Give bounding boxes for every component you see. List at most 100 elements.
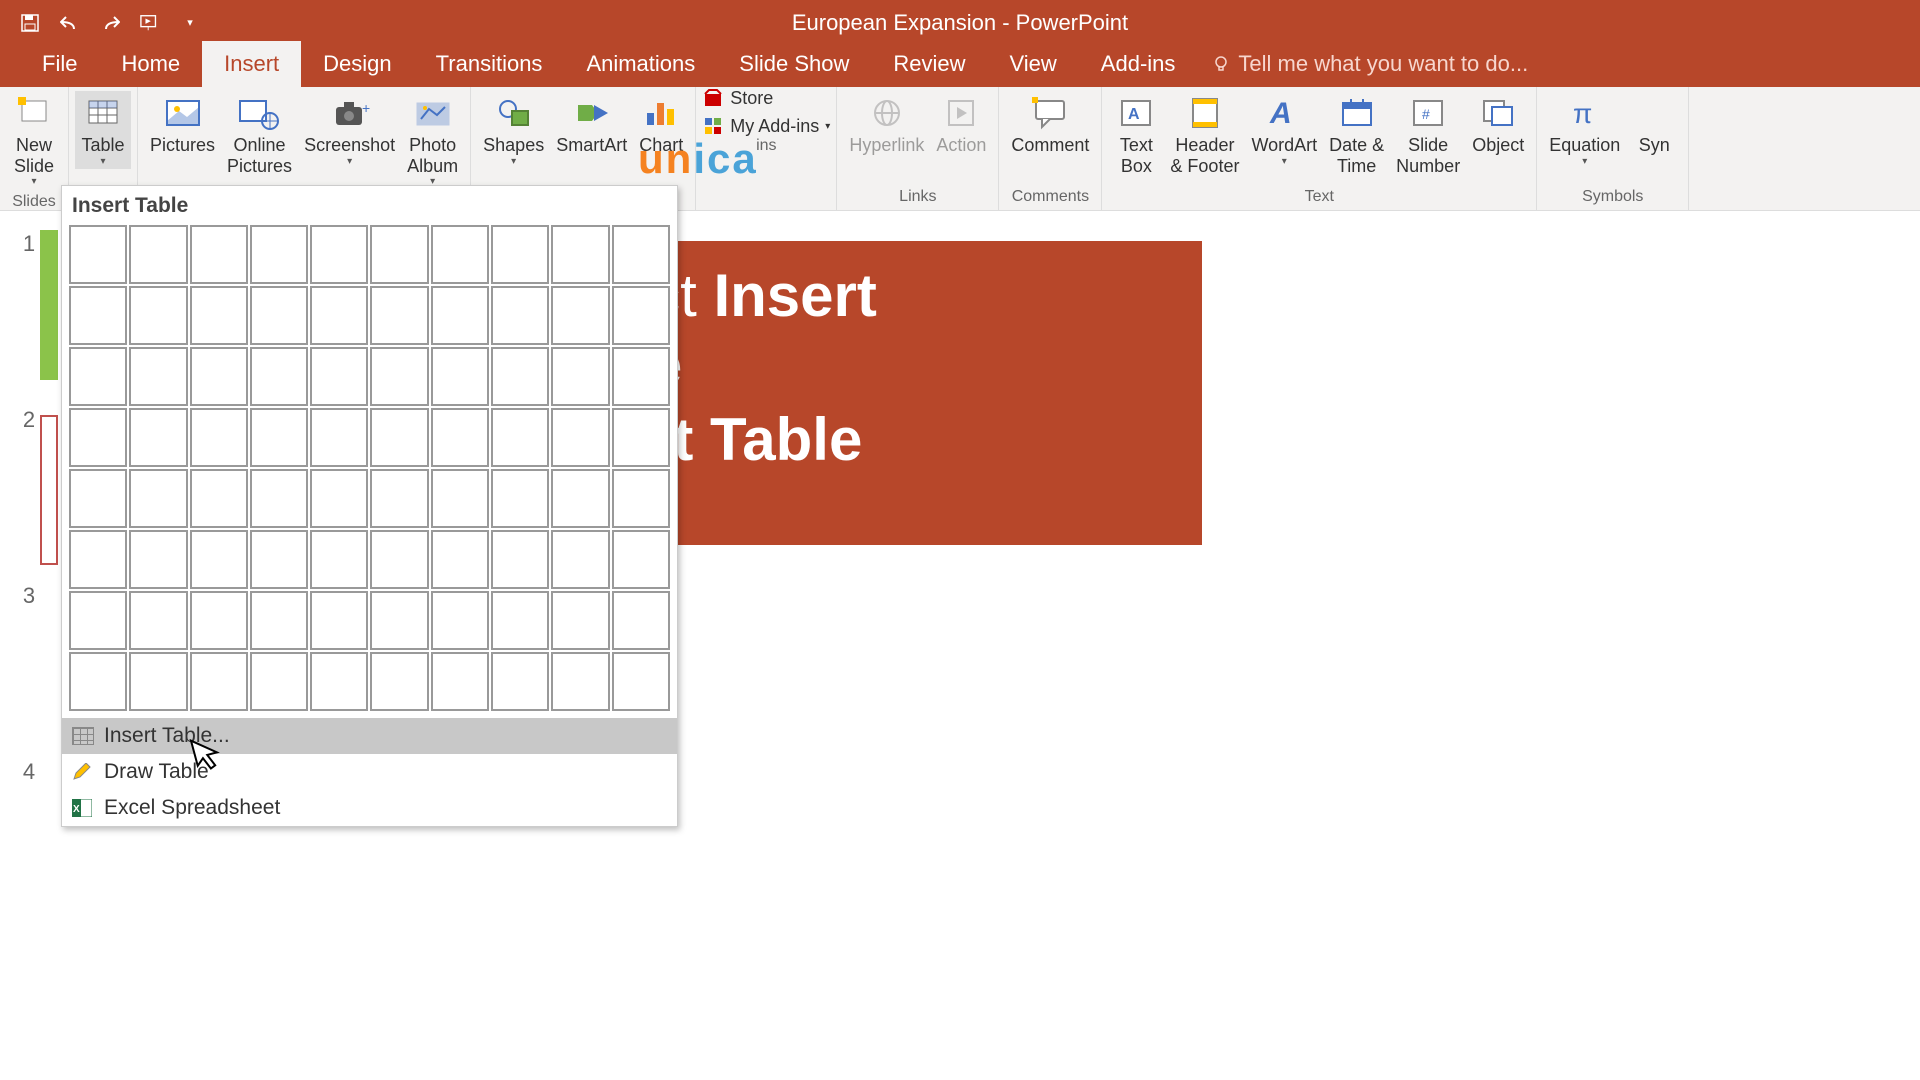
wordart-button[interactable]: AWordArt▾ — [1245, 91, 1323, 169]
undo-icon[interactable] — [60, 13, 80, 33]
excel-spreadsheet-menu-item[interactable]: X Excel Spreadsheet — [62, 790, 677, 826]
thumb-3[interactable]: 3 — [23, 583, 35, 609]
grid-cell[interactable] — [611, 651, 671, 712]
equation-button[interactable]: πEquation▾ — [1543, 91, 1626, 169]
tab-review[interactable]: Review — [871, 41, 987, 87]
grid-cell[interactable] — [430, 346, 490, 407]
tab-addins[interactable]: Add-ins — [1079, 41, 1198, 87]
grid-cell[interactable] — [68, 285, 128, 346]
comment-button[interactable]: Comment — [1005, 91, 1095, 158]
hyperlink-button[interactable]: Hyperlink — [843, 91, 930, 158]
thumb-4[interactable]: 4 — [23, 759, 35, 785]
object-button[interactable]: Object — [1466, 91, 1530, 158]
grid-cell[interactable] — [68, 346, 128, 407]
grid-cell[interactable] — [309, 407, 369, 468]
grid-cell[interactable] — [128, 285, 188, 346]
store-button[interactable]: Store — [702, 87, 830, 109]
grid-cell[interactable] — [369, 407, 429, 468]
grid-cell[interactable] — [189, 407, 249, 468]
grid-cell[interactable] — [309, 468, 369, 529]
grid-cell[interactable] — [68, 529, 128, 590]
grid-cell[interactable] — [369, 651, 429, 712]
grid-cell[interactable] — [189, 651, 249, 712]
date-time-button[interactable]: Date & Time — [1323, 91, 1390, 178]
grid-cell[interactable] — [128, 468, 188, 529]
grid-cell[interactable] — [189, 346, 249, 407]
new-slide-button[interactable]: New Slide ▾ — [6, 91, 62, 189]
insert-table-menu-item[interactable]: Insert Table... — [62, 718, 677, 754]
grid-cell[interactable] — [128, 651, 188, 712]
thumb-2[interactable]: 2 — [23, 407, 35, 433]
grid-cell[interactable] — [550, 468, 610, 529]
grid-cell[interactable] — [249, 285, 309, 346]
grid-cell[interactable] — [68, 590, 128, 651]
tab-view[interactable]: View — [988, 41, 1079, 87]
tab-home[interactable]: Home — [99, 41, 202, 87]
tab-animations[interactable]: Animations — [564, 41, 717, 87]
slide-number-button[interactable]: #Slide Number — [1390, 91, 1466, 178]
grid-cell[interactable] — [189, 590, 249, 651]
grid-cell[interactable] — [550, 529, 610, 590]
grid-cell[interactable] — [189, 285, 249, 346]
draw-table-menu-item[interactable]: Draw Table — [62, 754, 677, 790]
tab-transitions[interactable]: Transitions — [414, 41, 565, 87]
grid-cell[interactable] — [309, 529, 369, 590]
grid-cell[interactable] — [128, 346, 188, 407]
grid-cell[interactable] — [550, 651, 610, 712]
grid-cell[interactable] — [611, 285, 671, 346]
grid-cell[interactable] — [249, 651, 309, 712]
grid-cell[interactable] — [68, 651, 128, 712]
grid-cell[interactable] — [490, 651, 550, 712]
grid-cell[interactable] — [611, 346, 671, 407]
grid-cell[interactable] — [430, 407, 490, 468]
grid-cell[interactable] — [68, 468, 128, 529]
pictures-button[interactable]: Pictures — [144, 91, 221, 158]
shapes-button[interactable]: Shapes▾ — [477, 91, 550, 169]
grid-cell[interactable] — [309, 285, 369, 346]
header-footer-button[interactable]: Header & Footer — [1164, 91, 1245, 178]
grid-cell[interactable] — [550, 407, 610, 468]
grid-cell[interactable] — [249, 529, 309, 590]
grid-cell[interactable] — [490, 224, 550, 285]
grid-cell[interactable] — [550, 590, 610, 651]
grid-cell[interactable] — [189, 224, 249, 285]
grid-cell[interactable] — [550, 224, 610, 285]
tab-insert[interactable]: Insert — [202, 41, 301, 87]
grid-cell[interactable] — [490, 468, 550, 529]
grid-cell[interactable] — [309, 590, 369, 651]
thumb-1[interactable]: 1 — [23, 231, 35, 257]
grid-cell[interactable] — [490, 346, 550, 407]
grid-cell[interactable] — [309, 346, 369, 407]
grid-cell[interactable] — [249, 407, 309, 468]
grid-cell[interactable] — [189, 529, 249, 590]
grid-cell[interactable] — [369, 346, 429, 407]
grid-cell[interactable] — [490, 529, 550, 590]
tab-design[interactable]: Design — [301, 41, 413, 87]
grid-cell[interactable] — [430, 651, 490, 712]
grid-cell[interactable] — [309, 224, 369, 285]
grid-cell[interactable] — [611, 468, 671, 529]
grid-cell[interactable] — [430, 224, 490, 285]
grid-cell[interactable] — [249, 346, 309, 407]
grid-cell[interactable] — [128, 590, 188, 651]
grid-cell[interactable] — [430, 468, 490, 529]
grid-cell[interactable] — [68, 407, 128, 468]
text-box-button[interactable]: AText Box — [1108, 91, 1164, 178]
grid-cell[interactable] — [550, 346, 610, 407]
grid-cell[interactable] — [369, 529, 429, 590]
start-from-beginning-icon[interactable] — [140, 13, 160, 33]
grid-cell[interactable] — [68, 224, 128, 285]
my-addins-button[interactable]: My Add-ins▾ — [702, 115, 830, 137]
grid-cell[interactable] — [611, 529, 671, 590]
grid-cell[interactable] — [309, 651, 369, 712]
action-button[interactable]: Action — [930, 91, 992, 158]
grid-cell[interactable] — [249, 590, 309, 651]
redo-icon[interactable] — [100, 13, 120, 33]
table-grid-picker[interactable]: // placeholder, grid built below — [62, 224, 677, 718]
grid-cell[interactable] — [490, 285, 550, 346]
screenshot-button[interactable]: +Screenshot▾ — [298, 91, 401, 169]
tab-file[interactable]: File — [20, 41, 99, 87]
smartart-button[interactable]: SmartArt — [550, 91, 633, 158]
table-button[interactable]: Table ▾ — [75, 91, 131, 169]
grid-cell[interactable] — [369, 590, 429, 651]
